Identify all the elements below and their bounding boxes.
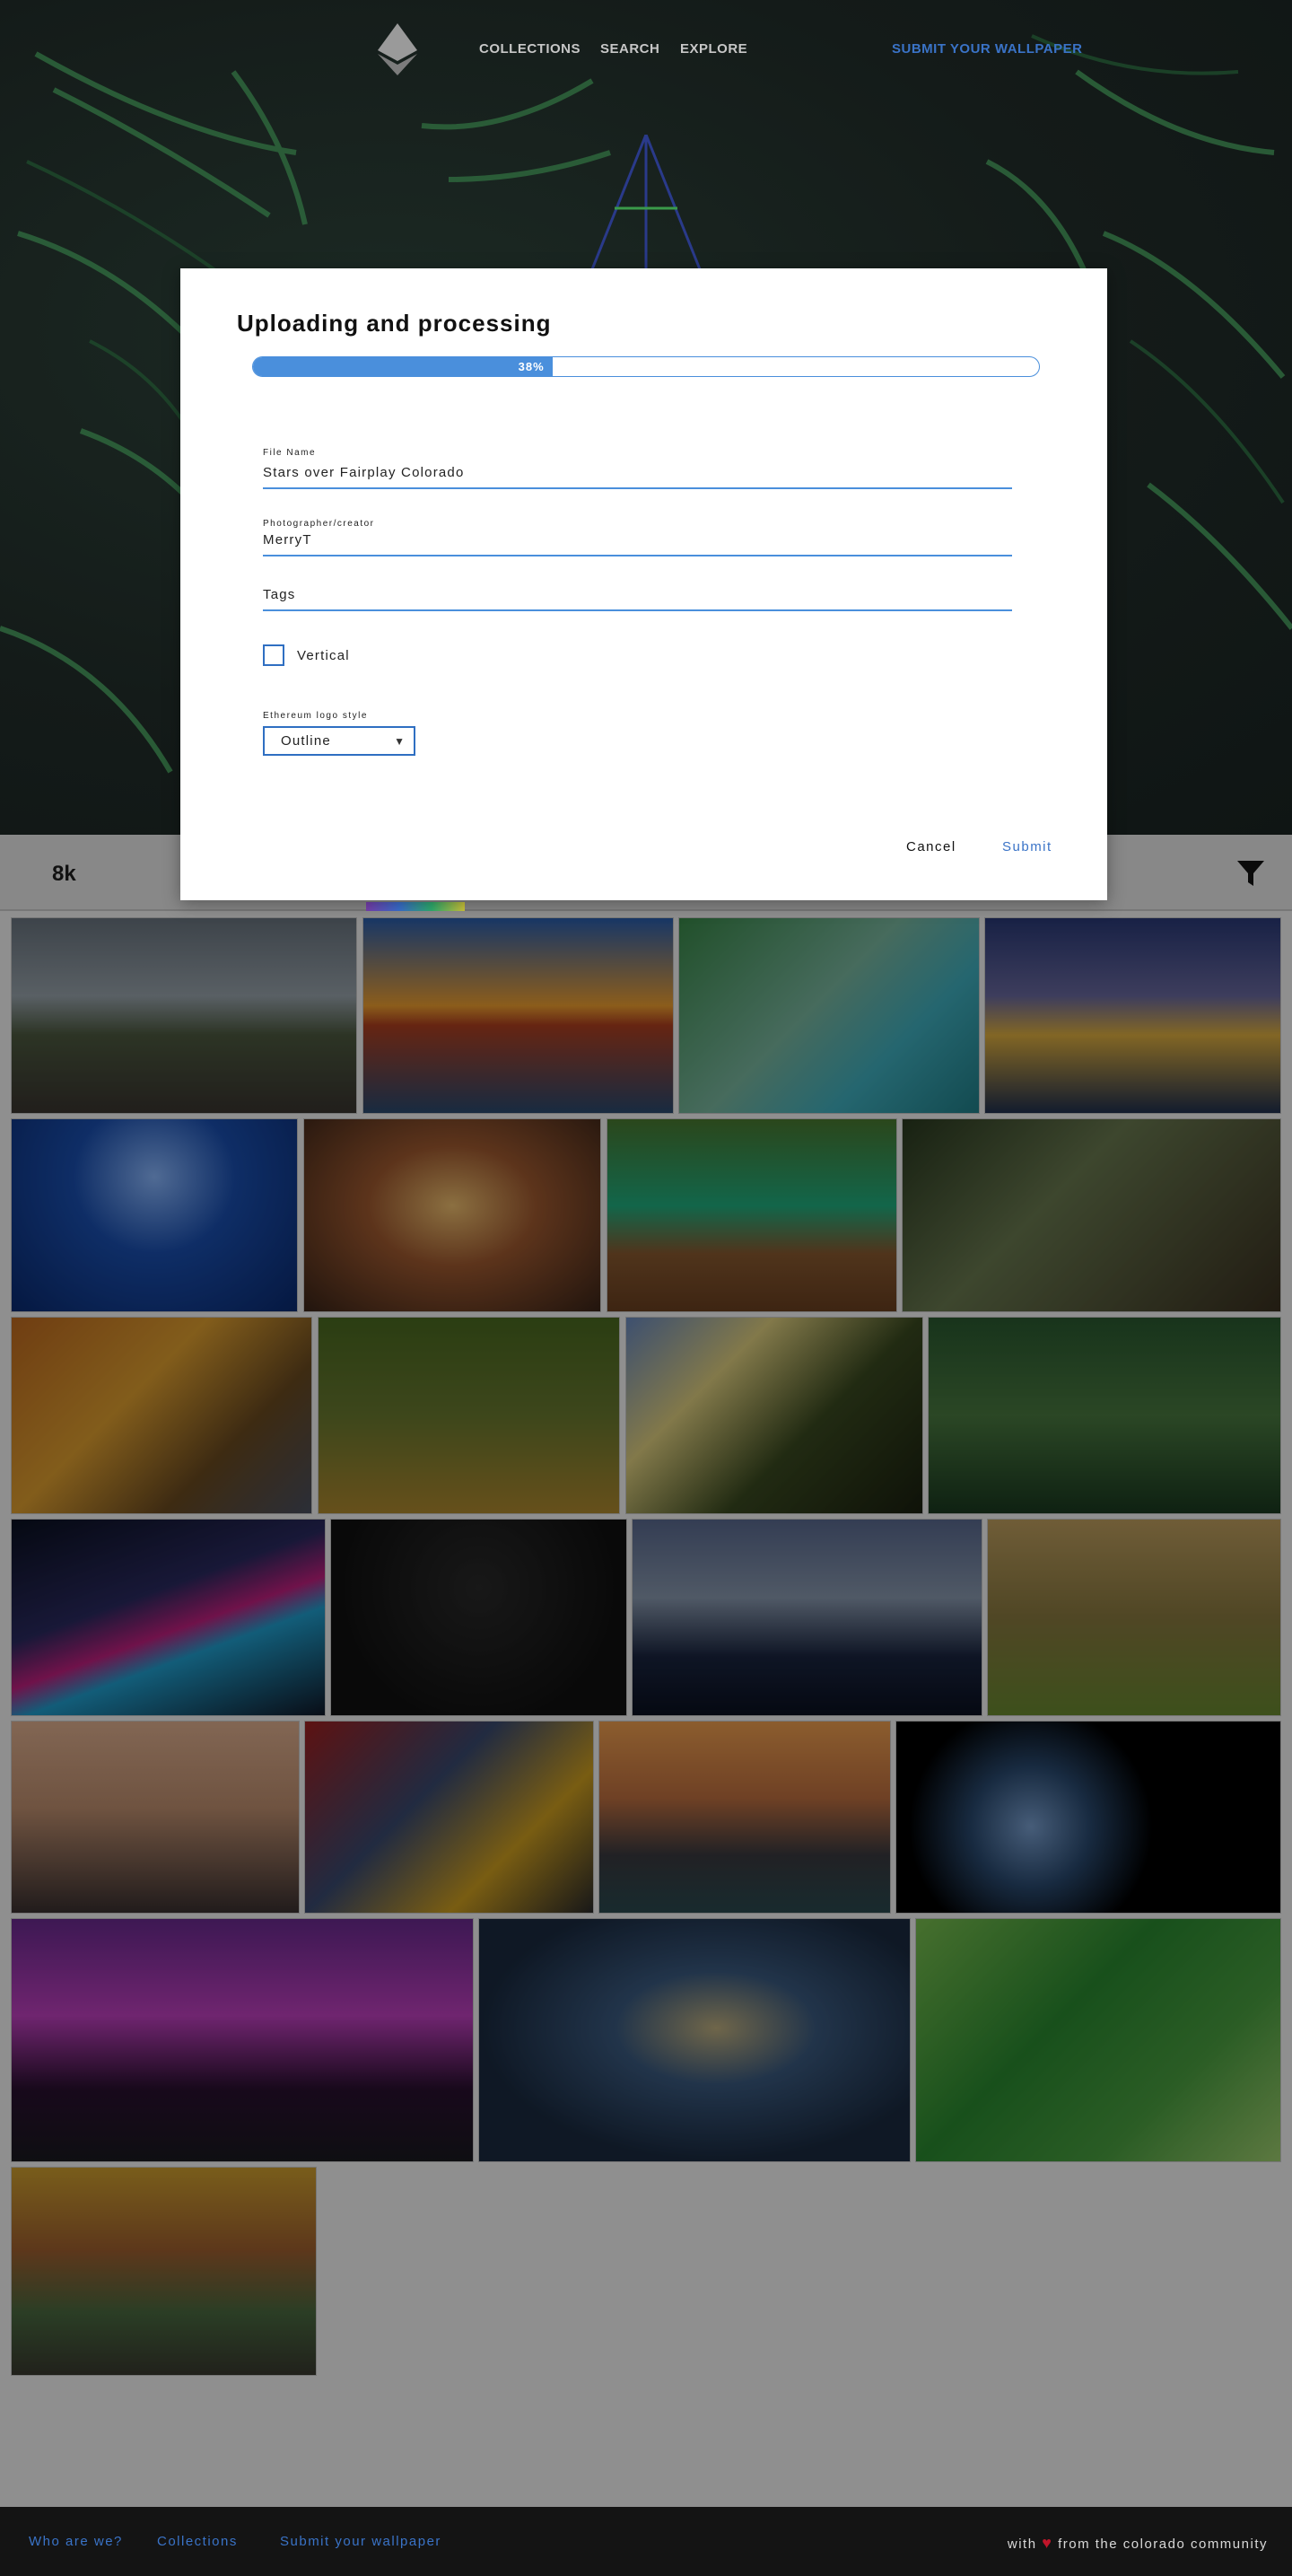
wallpaper-tile[interactable]: [11, 1721, 300, 1914]
wallpaper-tile[interactable]: [632, 1519, 982, 1716]
wallpaper-tile[interactable]: [11, 1317, 312, 1514]
wallpaper-tile[interactable]: [984, 917, 1281, 1114]
wallpaper-tile[interactable]: [928, 1317, 1281, 1514]
wallpaper-tile[interactable]: [11, 1118, 298, 1312]
credit-suffix: from the colorado community: [1058, 2537, 1268, 2552]
logo-style-label: Ethereum logo style: [263, 711, 368, 721]
wallpaper-tile[interactable]: [987, 1519, 1281, 1716]
footer-link-collections[interactable]: Collections: [157, 2534, 238, 2549]
file-name-input[interactable]: Stars over Fairplay Colorado: [263, 465, 1012, 487]
wallpaper-tile[interactable]: [362, 917, 674, 1114]
footer-link-who-are-we[interactable]: Who are we?: [29, 2534, 123, 2549]
logo-style-value: Outline: [281, 733, 331, 749]
file-name-field[interactable]: File Name Stars over Fairplay Colorado: [263, 448, 1012, 489]
wallpaper-tile[interactable]: [11, 1918, 474, 2162]
wallpaper-tile[interactable]: [11, 1519, 326, 1716]
wallpaper-tile[interactable]: [11, 2167, 317, 2376]
upload-progress-bar: 38%: [252, 356, 1040, 377]
wallpaper-tile[interactable]: [607, 1118, 897, 1312]
tags-input[interactable]: Tags: [263, 587, 1012, 609]
footer-credit: with ♥ from the colorado community: [1008, 2534, 1268, 2553]
photographer-label: Photographer/creator: [263, 519, 375, 529]
progress-fill: [253, 357, 553, 376]
credit-prefix: with: [1007, 2537, 1037, 2552]
progress-percent: 38%: [518, 360, 545, 373]
vertical-checkbox[interactable]: [263, 644, 284, 666]
footer: Who are we? Collections Submit your wall…: [0, 2507, 1292, 2576]
wallpaper-tile[interactable]: [478, 1918, 911, 2162]
wallpaper-tile[interactable]: [915, 1918, 1281, 2162]
wallpaper-tile[interactable]: [318, 1317, 620, 1514]
wallpaper-tile[interactable]: [678, 917, 980, 1114]
heart-icon: ♥: [1042, 2534, 1053, 2552]
submit-button[interactable]: Submit: [1002, 839, 1052, 854]
wallpaper-tile[interactable]: [304, 1721, 594, 1914]
logo-style-select[interactable]: Outline ▼: [263, 726, 415, 756]
wallpaper-tile[interactable]: [11, 917, 357, 1114]
file-name-label: File Name: [263, 448, 317, 458]
cancel-button[interactable]: Cancel: [906, 839, 956, 854]
wallpaper-tile[interactable]: [895, 1721, 1281, 1914]
footer-link-submit[interactable]: Submit your wallpaper: [280, 2534, 441, 2549]
upload-modal: Uploading and processing 38% File Name S…: [180, 268, 1107, 900]
modal-title: Uploading and processing: [237, 310, 552, 337]
vertical-label: Vertical: [297, 648, 350, 663]
photographer-field[interactable]: Photographer/creator MerryT: [263, 519, 1012, 556]
wallpaper-tile[interactable]: [902, 1118, 1281, 1312]
wallpaper-tile[interactable]: [598, 1721, 891, 1914]
wallpaper-tile[interactable]: [303, 1118, 601, 1312]
wallpaper-tile[interactable]: [625, 1317, 923, 1514]
photographer-input[interactable]: MerryT: [263, 532, 1012, 555]
wallpaper-tile[interactable]: [330, 1519, 627, 1716]
chevron-down-icon: ▼: [394, 735, 405, 748]
tags-field[interactable]: Tags: [263, 587, 1012, 611]
